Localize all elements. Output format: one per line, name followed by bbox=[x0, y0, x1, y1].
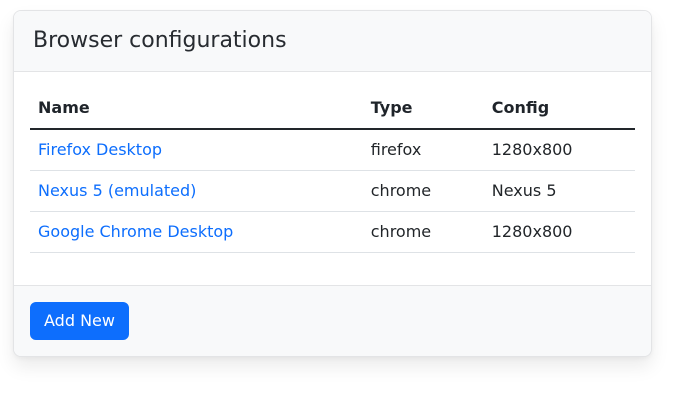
table-row: Nexus 5 (emulated) chrome Nexus 5 bbox=[30, 171, 635, 212]
card-header: Browser configurations bbox=[14, 11, 651, 72]
column-header-type: Type bbox=[363, 88, 484, 129]
config-name-link[interactable]: Firefox Desktop bbox=[38, 140, 162, 159]
config-cell: 1280x800 bbox=[484, 129, 635, 171]
card-footer: Add New bbox=[14, 285, 651, 356]
name-cell: Firefox Desktop bbox=[30, 129, 363, 171]
table-row: Firefox Desktop firefox 1280x800 bbox=[30, 129, 635, 171]
type-cell: chrome bbox=[363, 212, 484, 253]
table-body: Firefox Desktop firefox 1280x800 Nexus 5… bbox=[30, 129, 635, 253]
card-body: Name Type Config Firefox Desktop firefox… bbox=[14, 72, 651, 285]
config-name-link[interactable]: Nexus 5 (emulated) bbox=[38, 181, 196, 200]
browser-config-table: Name Type Config Firefox Desktop firefox… bbox=[30, 88, 635, 253]
config-cell: 1280x800 bbox=[484, 212, 635, 253]
table-head: Name Type Config bbox=[30, 88, 635, 129]
config-name-link[interactable]: Google Chrome Desktop bbox=[38, 222, 233, 241]
column-header-config: Config bbox=[484, 88, 635, 129]
header-row: Name Type Config bbox=[30, 88, 635, 129]
add-new-button[interactable]: Add New bbox=[30, 302, 129, 340]
config-cell: Nexus 5 bbox=[484, 171, 635, 212]
table-row: Google Chrome Desktop chrome 1280x800 bbox=[30, 212, 635, 253]
browser-configurations-card: Browser configurations Name Type Config … bbox=[13, 10, 652, 357]
name-cell: Nexus 5 (emulated) bbox=[30, 171, 363, 212]
type-cell: firefox bbox=[363, 129, 484, 171]
column-header-name: Name bbox=[30, 88, 363, 129]
type-cell: chrome bbox=[363, 171, 484, 212]
page-title: Browser configurations bbox=[33, 26, 632, 56]
name-cell: Google Chrome Desktop bbox=[30, 212, 363, 253]
